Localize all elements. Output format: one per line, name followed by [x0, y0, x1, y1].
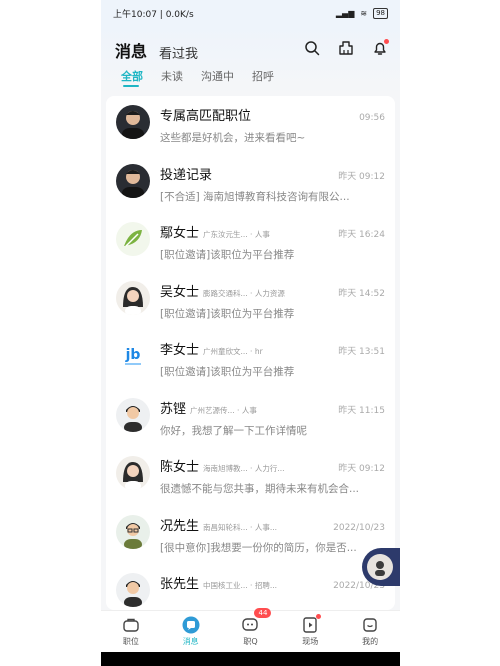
nav-label: 职位 — [122, 637, 139, 646]
message-preview: 这些都是好机会，进来看看吧~ — [160, 132, 306, 144]
subtab-greeting[interactable]: 招呼 — [252, 68, 274, 84]
contact-name: 吴女士 — [160, 284, 200, 300]
phone-screen: 上午10:07 | 0.0K/s ▂▄▆ ≋ 98 消息 看过我 全部 未读 沟… — [101, 0, 400, 666]
subtab-talking[interactable]: 沟通中 — [201, 68, 234, 84]
wifi-icon: ≋ — [360, 8, 368, 18]
message-list: 专属高匹配职位 09:56 这些都是好机会，进来看看吧~ 投递记录 昨天 09:12 [不… — [106, 96, 395, 610]
status-bar: 上午10:07 | 0.0K/s ▂▄▆ ≋ 98 — [101, 0, 400, 26]
message-item[interactable]: 陈女士 海南旭博教... · 人力行... 昨天 09:12 很遗憾不能与您共事，期待… — [106, 447, 395, 506]
signal-icon: ▂▄▆ — [335, 8, 355, 18]
contact-company: 南昌知轮科... · 人事... — [203, 522, 277, 532]
message-item[interactable]: 况先生 南昌知轮科... · 人事... 2022/10/23 [很中意你]我想要一份… — [106, 506, 395, 565]
man-icon — [116, 573, 150, 607]
message-time: 昨天 09:12 — [338, 464, 385, 474]
nav-label: 消息 — [182, 637, 199, 646]
bell-icon[interactable] — [372, 39, 389, 60]
nav-jobs[interactable]: 职位 — [106, 616, 156, 647]
tab-messages[interactable]: 消息 — [115, 38, 147, 62]
man-icon — [116, 397, 150, 432]
jb-logo-icon: jb — [116, 339, 150, 373]
q-icon — [242, 618, 259, 631]
message-time: 2022/10/23 — [333, 522, 385, 533]
woman-icon — [116, 280, 150, 315]
nav-label: 我的 — [362, 637, 379, 646]
contact-name: 陈女士 — [160, 460, 200, 475]
message-item[interactable]: 吴女士 膨路交通科... · 人力资源 昨天 14:52 [职位邀请]该职位为平台推荐 — [106, 272, 395, 331]
person-icon — [116, 163, 150, 198]
notification-dot — [384, 39, 389, 44]
contact-name: 投递记录 — [160, 167, 213, 183]
clean-icon[interactable] — [338, 40, 354, 60]
contact-company: 广东汝元生... · 人事 — [203, 230, 270, 239]
contact-name: 张先生 — [160, 577, 200, 592]
search-icon[interactable] — [304, 40, 320, 60]
message-time: 09:56 — [359, 113, 385, 123]
home-indicator-bar — [101, 652, 400, 666]
contact-name: 李女士 — [160, 343, 200, 358]
contact-name: 苏铿 — [160, 401, 187, 417]
contact-name: 鄢女士 — [160, 226, 200, 241]
unread-badge: 44 — [254, 608, 272, 618]
message-item[interactable]: 专属高匹配职位 09:56 这些都是好机会，进来看看吧~ — [106, 96, 395, 155]
woman-icon — [116, 456, 150, 490]
assistant-avatar-icon — [367, 554, 393, 580]
man-glasses-icon — [116, 514, 150, 549]
contact-company: 广州童欣文... · hr — [203, 347, 263, 356]
briefcase-icon — [123, 618, 139, 632]
nav-zhiq[interactable]: 44 职Q — [225, 608, 275, 647]
svg-text:jb: jb — [125, 347, 141, 363]
contact-company: 广州艺源传... · 人事 — [190, 405, 257, 415]
status-time: 上午10:07 | 0.0K/s — [113, 9, 194, 20]
message-item[interactable]: jb 李女士 广州童欣文... · hr 昨天 13:51 [职位邀请]该职位为平台推荐 — [106, 330, 395, 389]
message-time: 昨天 13:51 — [338, 347, 385, 357]
floating-assistant-button[interactable] — [362, 548, 400, 586]
contact-name: 专属高匹配职位 — [160, 109, 252, 124]
person-icon — [116, 105, 150, 139]
contact-company: 膨路交通科... · 人力资源 — [203, 288, 285, 298]
contact-company: 中国核工业... · 招聘... — [203, 581, 277, 590]
message-time: 昨天 16:24 — [338, 230, 385, 240]
battery-icon: 98 — [373, 7, 388, 19]
message-item[interactable]: 投递记录 昨天 09:12 [不合适] 海南旭博教育科技咨询有限公... — [106, 155, 395, 214]
contact-company: 海南旭博教... · 人力行... — [203, 464, 285, 473]
message-preview: 很遗憾不能与您共事，期待未来有机会合... — [160, 483, 360, 495]
header: 消息 看过我 全部 未读 沟通中 招呼 — [101, 26, 400, 94]
nav-live[interactable]: 现场 — [285, 614, 335, 647]
message-item[interactable]: 苏铿 广州艺源传... · 人事 昨天 11:15 你好，我想了解一下工作详情呢 — [106, 389, 395, 448]
message-preview: [职位邀请]该职位为平台推荐 — [160, 366, 295, 378]
chat-icon — [182, 616, 200, 634]
message-preview: [职位邀请]该职位为平台推荐 — [160, 249, 295, 261]
message-preview: [不合适] 海南旭博教育科技咨询有限公... — [160, 190, 350, 203]
message-preview: [很中意你]我想要一份你的简历，你是否... — [160, 541, 357, 554]
subtab-unread[interactable]: 未读 — [161, 68, 183, 84]
message-time: 昨天 14:52 — [338, 288, 385, 299]
message-time: 昨天 09:12 — [338, 171, 385, 182]
nav-label: 职Q — [243, 637, 258, 646]
subtab-indicator — [123, 85, 139, 87]
subtab-bar: 全部 未读 沟通中 招呼 — [121, 68, 274, 84]
message-time: 昨天 11:15 — [338, 405, 385, 416]
nav-me[interactable]: 我的 — [345, 616, 395, 647]
bottom-nav: 职位 消息 44 职Q 现场 我的 — [101, 608, 400, 652]
profile-icon — [363, 618, 377, 632]
message-preview: [职位邀请]该职位为平台推荐 — [160, 307, 295, 320]
leaf-logo-icon — [116, 222, 150, 256]
message-item[interactable]: 鄢女士 广东汝元生... · 人事 昨天 16:24 [职位邀请]该职位为平台推荐 — [106, 213, 395, 272]
subtab-all[interactable]: 全部 — [121, 68, 143, 84]
nav-messages[interactable]: 消息 — [166, 616, 216, 647]
contact-name: 况先生 — [160, 518, 200, 534]
message-preview: 你好，我想了解一下工作详情呢 — [160, 424, 307, 437]
message-item[interactable]: 张先生 中国核工业... · 招聘... 2022/10/23 — [106, 564, 395, 610]
nav-label: 现场 — [302, 637, 319, 646]
tab-viewed-me[interactable]: 看过我 — [159, 43, 198, 62]
notification-dot — [316, 614, 322, 619]
